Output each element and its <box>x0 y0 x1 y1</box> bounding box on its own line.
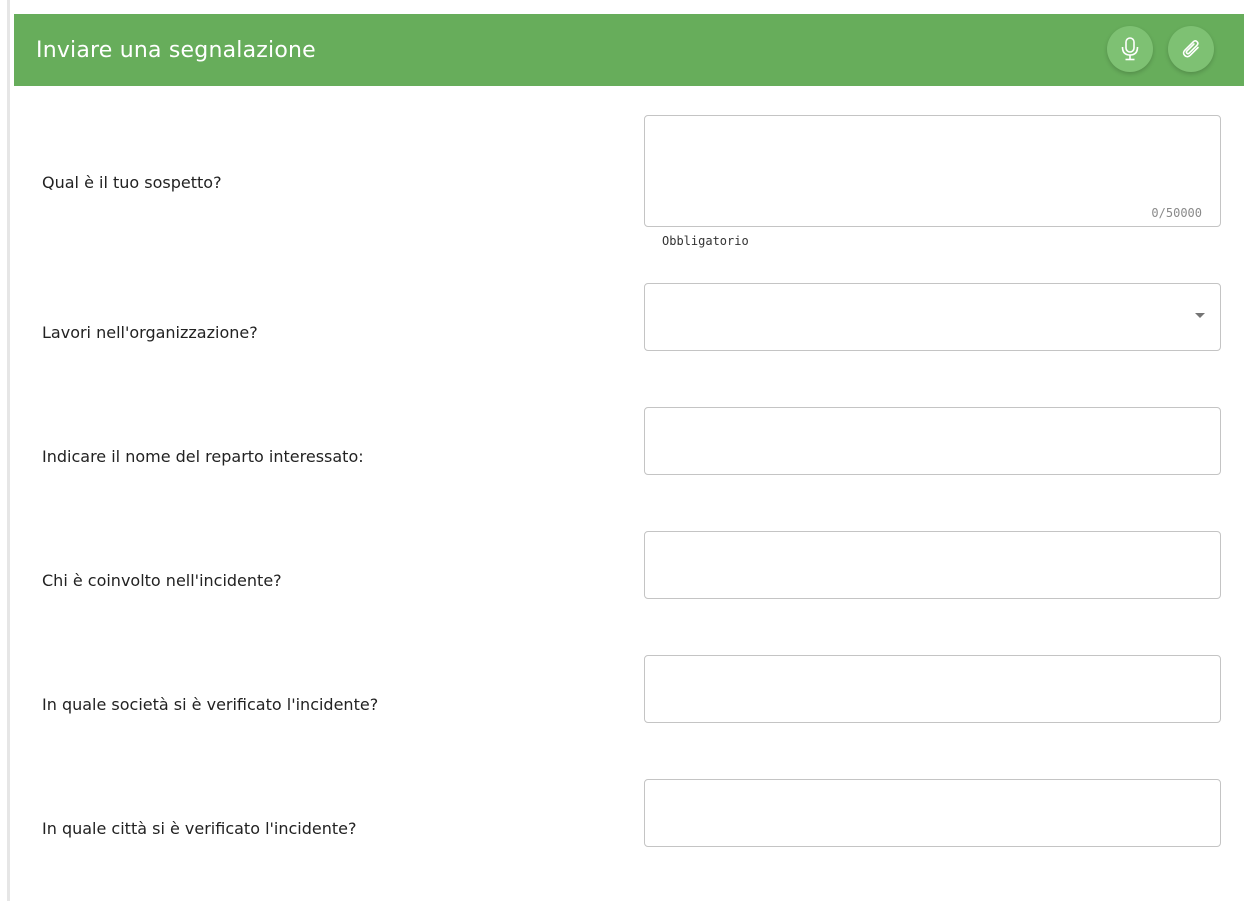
involved-input[interactable] <box>645 532 1220 598</box>
suspicion-field[interactable]: 0/50000 <box>644 115 1221 227</box>
header-actions <box>1107 26 1214 72</box>
header-bar: Inviare una segnalazione <box>14 14 1244 86</box>
city-field[interactable] <box>644 779 1221 847</box>
report-page: Inviare una segnalazione Qual è il tuo s… <box>0 0 1244 901</box>
form-row-suspicion: Qual è il tuo sospetto? 0/50000 Obbligat… <box>42 115 1222 265</box>
involved-field[interactable] <box>644 531 1221 599</box>
dropdown-arrow-icon <box>1195 313 1205 318</box>
record-audio-button[interactable] <box>1107 26 1153 72</box>
department-input[interactable] <box>645 408 1220 474</box>
required-helper-text: Obbligatorio <box>662 234 749 248</box>
form-row-works-in-org: Lavori nell'organizzazione? <box>42 283 1222 351</box>
department-label: Indicare il nome del reparto interessato… <box>42 447 364 466</box>
form-row-department: Indicare il nome del reparto interessato… <box>42 407 1222 475</box>
microphone-icon <box>1121 37 1139 61</box>
form-row-city: In quale città si è verificato l'inciden… <box>42 779 1222 847</box>
left-rail <box>0 0 10 901</box>
works-in-org-label: Lavori nell'organizzazione? <box>42 323 258 342</box>
suspicion-label: Qual è il tuo sospetto? <box>42 173 222 192</box>
form-row-company: In quale società si è verificato l'incid… <box>42 655 1222 723</box>
city-input[interactable] <box>645 780 1220 846</box>
form-row-involved: Chi è coinvolto nell'incidente? <box>42 531 1222 599</box>
suspicion-textarea[interactable] <box>645 116 1220 226</box>
involved-label: Chi è coinvolto nell'incidente? <box>42 571 282 590</box>
attach-file-button[interactable] <box>1168 26 1214 72</box>
company-field[interactable] <box>644 655 1221 723</box>
company-input[interactable] <box>645 656 1220 722</box>
department-field[interactable] <box>644 407 1221 475</box>
city-label: In quale città si è verificato l'inciden… <box>42 819 357 838</box>
page-title: Inviare una segnalazione <box>36 37 316 63</box>
paperclip-icon <box>1182 40 1199 58</box>
works-in-org-select[interactable] <box>644 283 1221 351</box>
company-label: In quale società si è verificato l'incid… <box>42 695 379 714</box>
character-counter: 0/50000 <box>1151 206 1202 220</box>
